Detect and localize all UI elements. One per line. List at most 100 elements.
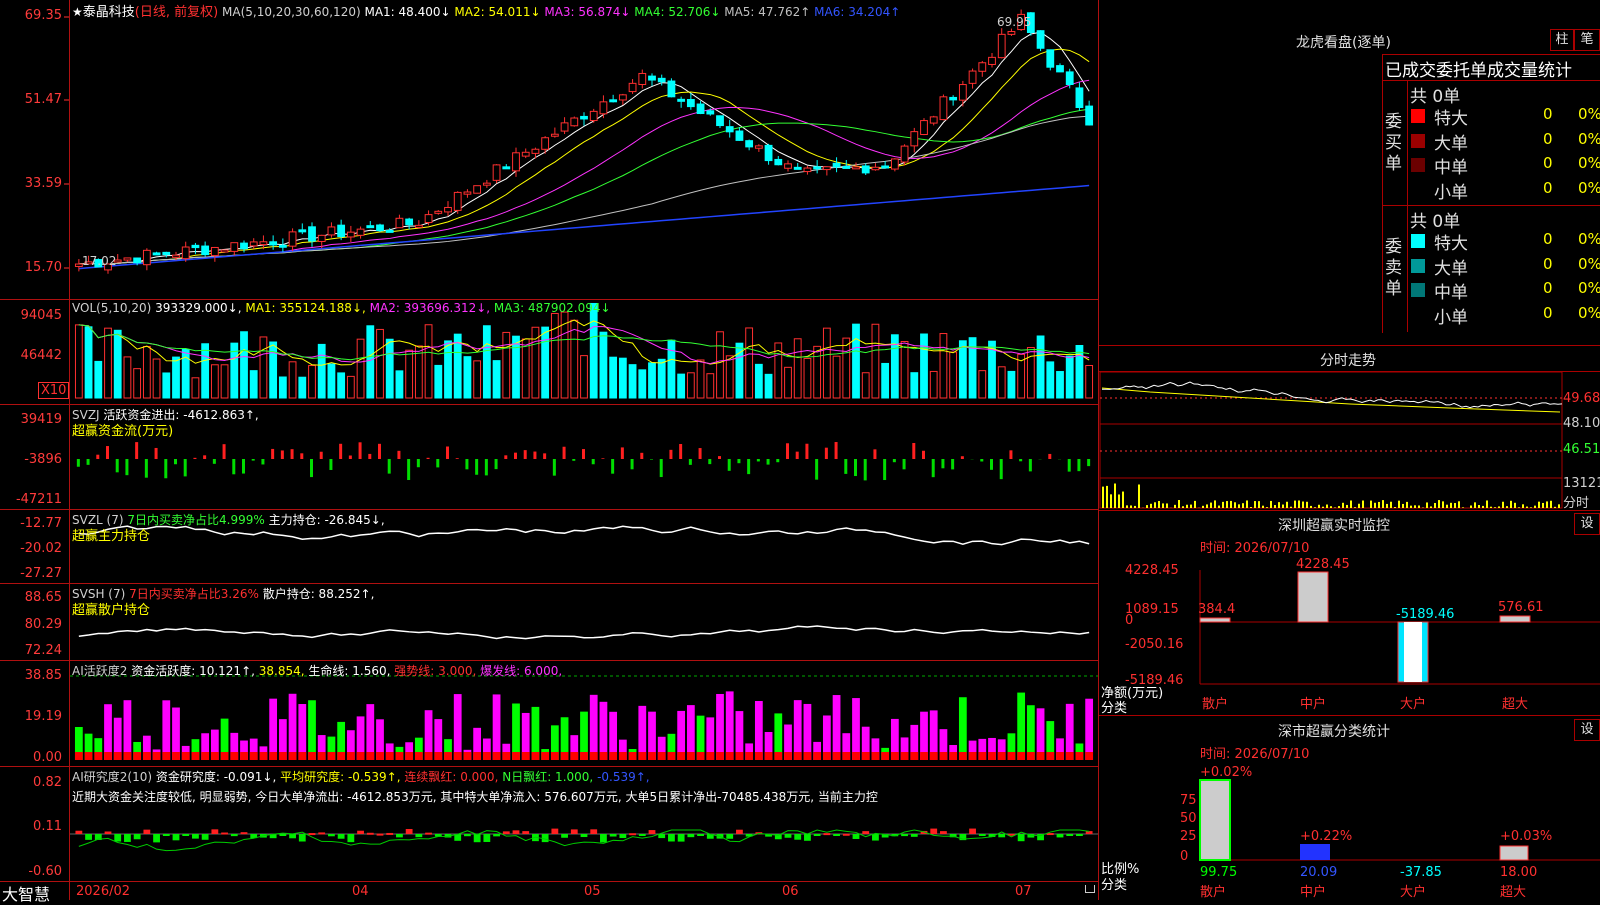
volume-bar	[396, 371, 403, 398]
volume-bar	[105, 328, 112, 398]
activity-base-bar	[454, 752, 462, 760]
stock-name[interactable]: 泰晶科技	[83, 5, 135, 20]
research-bar	[279, 834, 286, 836]
candle-body	[911, 132, 918, 146]
intraday-vol-bar	[1202, 506, 1204, 508]
research-bar	[639, 834, 646, 836]
fundflow-bar	[77, 459, 80, 467]
research-bar	[425, 833, 432, 835]
volume-bar	[794, 339, 801, 398]
bar-view-button[interactable]: 柱	[1550, 29, 1574, 51]
research-bar	[561, 834, 568, 838]
candle-body	[211, 247, 218, 255]
candle-body	[425, 215, 432, 223]
activity-base-bar	[532, 752, 540, 760]
research-bar	[114, 834, 121, 842]
fundflow-bar	[679, 444, 682, 459]
fundflow-bar	[553, 459, 556, 476]
activity-base-bar	[75, 752, 83, 760]
candle-body	[221, 250, 228, 252]
ma-params: MA(5,10,20,30,60,120)	[222, 5, 361, 19]
monitor-bar	[1200, 618, 1230, 622]
monitor-category-label: 中户	[1300, 696, 1326, 712]
intraday-vol-bar	[1378, 502, 1380, 508]
vol-ma3: MA3: 487902.094↓	[494, 301, 611, 315]
star-icon[interactable]: ★	[72, 5, 83, 19]
main-chart-canvas[interactable]: 4228.451089.150-2050.16-5189.46384.44228…	[0, 0, 1600, 900]
research-bar	[678, 834, 685, 842]
volume-bar	[221, 365, 228, 398]
ai-active-label5: 爆发线: 6.000,	[480, 664, 562, 678]
sz-monitor-settings-button[interactable]: 设	[1574, 513, 1600, 535]
volume-bar	[503, 332, 510, 398]
volume-bar	[707, 374, 714, 398]
ma4-value: MA4: 52.706↓	[634, 5, 720, 19]
intraday-vol-bar	[1438, 500, 1440, 508]
candle-body	[707, 111, 714, 114]
fundflow-bar	[193, 458, 196, 459]
activity-base-bar	[677, 752, 685, 760]
ai-research-label2: 平均研究度: -0.539↑,	[280, 770, 400, 784]
svzj-axis-label: -47211	[0, 492, 62, 507]
ai-research-label1: 资金研究度: -0.091↓,	[156, 770, 276, 784]
class-axis-label: 0	[1180, 849, 1188, 864]
period-label[interactable]: (日线, 前复权)	[135, 5, 218, 20]
tick-view-button[interactable]: 笔	[1574, 29, 1600, 51]
intraday-vol-bar	[1458, 501, 1460, 508]
volume-bar	[804, 358, 811, 398]
ma2-value: MA2: 54.011↓	[454, 5, 540, 19]
activity-base-bar	[862, 752, 870, 760]
sz-class-settings-button[interactable]: 设	[1574, 719, 1600, 741]
activity-base-bar	[959, 752, 967, 760]
research-bar	[843, 834, 850, 836]
vol-ma2: MA2: 393696.312↓,	[370, 301, 490, 315]
fundflow-bar	[271, 449, 274, 459]
activity-bar	[852, 698, 860, 760]
candle-body	[639, 73, 646, 84]
intraday-vol-bar	[1242, 503, 1244, 508]
ma1-value: MA1: 48.400↓	[364, 5, 450, 19]
research-bar	[969, 829, 976, 834]
activity-base-bar	[1037, 752, 1045, 760]
ma6-line	[79, 186, 1089, 269]
fundflow-bar	[329, 459, 332, 470]
vol-title: VOL(5,10,20)	[72, 301, 151, 315]
intraday-vol-bar	[1414, 505, 1416, 508]
fundflow-bar	[1048, 454, 1051, 459]
research-bar	[726, 834, 733, 839]
intraday-vol-bar	[1490, 507, 1492, 508]
buy-row-pct: 0%	[1578, 179, 1600, 197]
sell-row-pct: 0%	[1578, 255, 1600, 273]
price-axis-label: 33.59	[0, 176, 62, 191]
vol-ma1: MA1: 355124.188↓,	[245, 301, 365, 315]
volume-bar	[202, 344, 209, 398]
volume-bar	[726, 356, 733, 398]
main-position-line	[79, 526, 1089, 544]
vol-unit-badge[interactable]: X10	[38, 382, 69, 399]
candle-body	[153, 253, 160, 255]
activity-bar	[104, 704, 112, 760]
research-bar	[406, 829, 413, 834]
monitor-axis-label: -2050.16	[1125, 637, 1183, 652]
research-bar	[1086, 831, 1093, 834]
activity-bar	[716, 694, 724, 760]
volume-bar	[328, 364, 335, 398]
ai-research-note: 近期大资金关注度较低, 明显弱势, 今日大单净流出: -4612.853万元, …	[72, 788, 1096, 805]
fundflow-bar	[844, 459, 847, 474]
buy-row-swatch	[1411, 183, 1425, 197]
candle-body	[347, 232, 354, 237]
volume-bar	[347, 376, 354, 398]
candle-body	[989, 57, 996, 64]
longhu-stats-title: 已成交委托单成交量统计	[1385, 56, 1572, 81]
candle-body	[299, 230, 306, 232]
research-bar	[347, 834, 354, 842]
activity-bar	[493, 694, 501, 760]
lock-icon[interactable]	[1085, 885, 1095, 893]
research-bar	[289, 834, 296, 838]
sell-row-name: 大单	[1434, 254, 1468, 279]
activity-base-bar	[765, 752, 773, 760]
activity-base-bar	[541, 752, 549, 760]
activity-bar	[590, 695, 598, 760]
research-bar	[697, 834, 704, 836]
volume-bar	[785, 367, 792, 398]
